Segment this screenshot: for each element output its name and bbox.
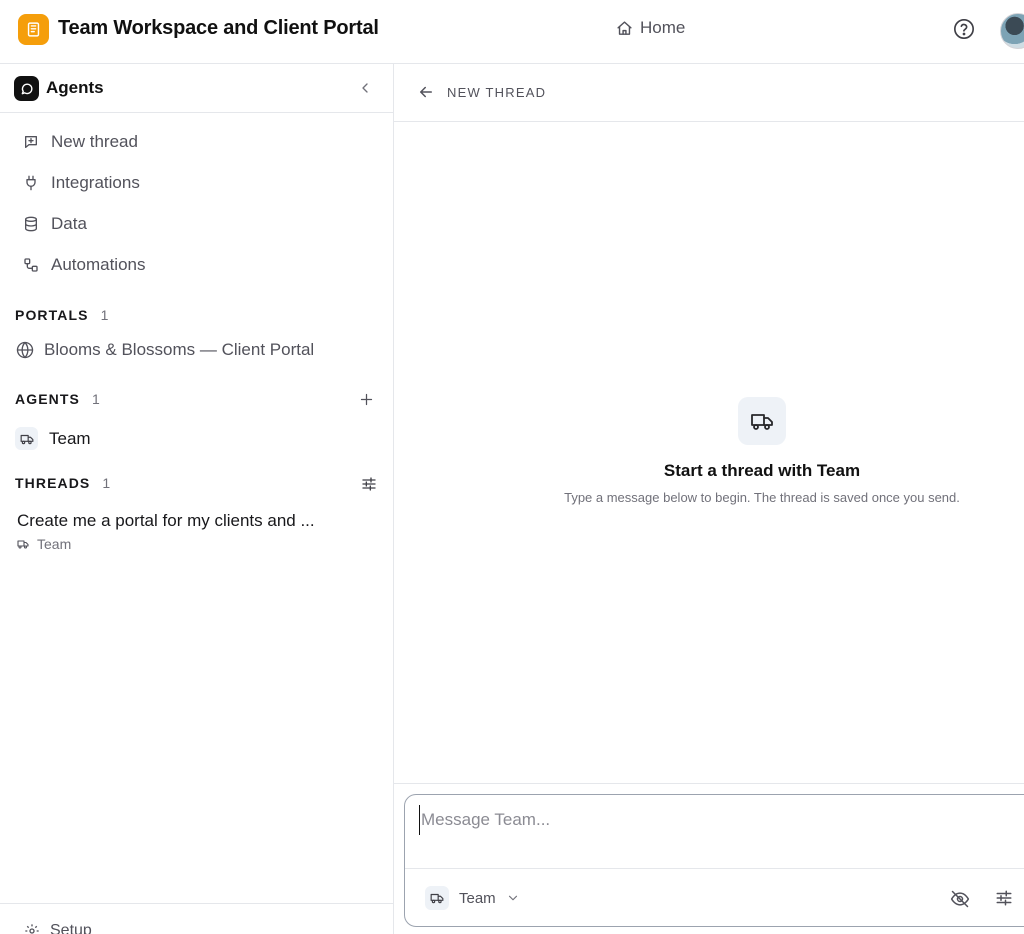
main-panel: NEW THREAD Start a thread with Team Type…	[394, 64, 1024, 934]
agent-selector-label: Team	[459, 889, 496, 907]
agent-selector[interactable]: Team	[425, 886, 520, 910]
setup-label: Setup	[50, 922, 92, 934]
threads-count: 1	[102, 475, 111, 491]
sidebar-item-integrations[interactable]: Integrations	[23, 171, 140, 195]
sidebar-item-setup[interactable]: Setup	[24, 922, 92, 934]
sidebar-item-data[interactable]: Data	[23, 212, 87, 236]
arrow-left-icon[interactable]	[417, 83, 435, 101]
threads-section-heading: THREADS 1	[15, 475, 110, 491]
thread-list-item[interactable]: Create me a portal for my clients and ..…	[17, 511, 377, 552]
thread-header-label: NEW THREAD	[447, 85, 547, 100]
sidebar-header: Agents	[0, 64, 393, 113]
chevron-left-icon[interactable]	[357, 80, 373, 96]
thread-agent: Team	[17, 536, 377, 552]
truck-icon	[738, 397, 786, 445]
thread-agent-label: Team	[37, 536, 72, 552]
avatar[interactable]	[1000, 13, 1024, 49]
sidebar-footer: Setup	[0, 903, 393, 934]
workflow-icon	[24, 258, 38, 272]
agent-label: Team	[49, 428, 91, 448]
sidebar-item-label: New thread	[51, 132, 138, 151]
sliders-icon[interactable]	[995, 889, 1013, 907]
home-link[interactable]: Home	[616, 18, 685, 38]
message-input[interactable]	[419, 805, 999, 835]
message-composer: Team	[404, 794, 1024, 927]
filter-icon[interactable]	[361, 476, 377, 492]
thread-title: Create me a portal for my clients and ..…	[17, 511, 315, 530]
portals-heading: PORTALS	[15, 307, 89, 323]
sidebar-title: Agents	[46, 78, 104, 97]
sidebar-item-new-thread[interactable]: New thread	[23, 130, 138, 154]
app-logo-icon[interactable]	[18, 14, 49, 45]
truck-icon	[17, 540, 29, 549]
gear-icon	[25, 924, 39, 934]
portal-label: Blooms & Blossoms — Client Portal	[44, 340, 315, 359]
message-plus-icon	[25, 136, 37, 148]
home-label: Home	[640, 18, 686, 37]
globe-icon	[16, 341, 34, 359]
agents-count: 1	[91, 391, 100, 407]
sidebar-item-automations[interactable]: Automations	[23, 253, 146, 277]
portals-count: 1	[100, 307, 109, 323]
home-icon	[617, 20, 632, 35]
empty-state-title: Start a thread with Team	[663, 461, 861, 480]
add-agent-icon[interactable]	[359, 392, 374, 407]
sidebar-item-label: Automations	[51, 255, 146, 274]
composer-separator	[405, 868, 1024, 869]
sidebar-item-agent-team[interactable]: Team	[15, 427, 91, 450]
portals-section-heading: PORTALS 1	[15, 307, 108, 323]
threads-heading: THREADS	[15, 475, 91, 491]
help-icon[interactable]	[953, 18, 975, 40]
top-bar: Team Workspace and Client Portal Home	[0, 0, 1024, 64]
composer-divider	[394, 783, 1024, 784]
sidebar-item-portal[interactable]: Blooms & Blossoms — Client Portal	[16, 340, 314, 360]
sidebar-item-label: Data	[51, 214, 87, 233]
plug-icon	[26, 175, 36, 191]
agents-heading: AGENTS	[15, 391, 80, 407]
agents-section-heading: AGENTS 1	[15, 391, 100, 407]
eye-off-icon[interactable]	[950, 889, 970, 909]
database-icon	[25, 216, 37, 232]
app-title: Team Workspace and Client Portal	[58, 17, 379, 39]
thread-header: NEW THREAD	[394, 64, 1024, 122]
truck-icon	[15, 427, 38, 450]
truck-icon	[425, 886, 449, 910]
chevron-down-icon	[508, 895, 517, 901]
empty-state-subtitle: Type a message below to begin. The threa…	[564, 490, 960, 505]
sidebar-item-label: Integrations	[51, 173, 140, 192]
agents-logo-icon	[14, 76, 39, 101]
sidebar: Agents New thread Integrations Data Auto…	[0, 64, 394, 934]
